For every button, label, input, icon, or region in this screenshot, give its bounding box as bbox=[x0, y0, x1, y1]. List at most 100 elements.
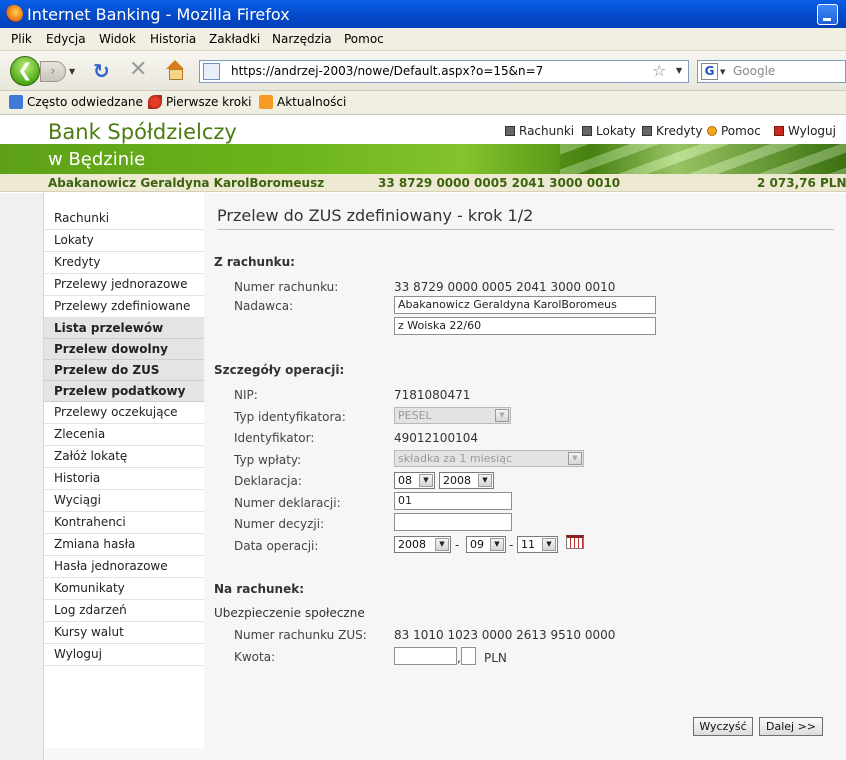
menu-historia[interactable]: Historia bbox=[150, 32, 196, 46]
toplink-pomoc-label[interactable]: Pomoc bbox=[721, 124, 761, 138]
operation-year-select[interactable]: 2008 ▼ bbox=[394, 536, 451, 553]
url-bar[interactable]: https://andrzej-2003/nowe/Default.aspx?o… bbox=[199, 60, 689, 83]
search-bar[interactable]: G ▼ Google bbox=[697, 60, 846, 83]
rss-icon bbox=[259, 95, 273, 109]
id-type-selected: PESEL bbox=[398, 409, 432, 422]
sender-label: Nadawca: bbox=[234, 299, 294, 313]
payment-type-select[interactable]: składka za 1 miesiąc ▼ bbox=[394, 450, 584, 467]
forward-button[interactable]: › bbox=[40, 61, 66, 82]
banner-decoration bbox=[560, 144, 846, 174]
amount-label: Kwota: bbox=[234, 650, 276, 664]
toplink-rachunki-label[interactable]: Rachunki bbox=[519, 124, 574, 138]
sidebar-item-log-zdarzen[interactable]: Log zdarzeń bbox=[44, 600, 204, 622]
sidebar-item-rachunki[interactable]: Rachunki bbox=[44, 208, 204, 230]
calendar-icon[interactable] bbox=[566, 535, 584, 549]
decision-number-field[interactable] bbox=[394, 513, 512, 531]
zus-account-value: 83 1010 1023 0000 2613 9510 0000 bbox=[394, 628, 616, 642]
sidebar-item-komunikaty[interactable]: Komunikaty bbox=[44, 578, 204, 600]
id-type-select[interactable]: PESEL ▼ bbox=[394, 407, 511, 424]
clear-button[interactable]: Wyczyść bbox=[693, 717, 753, 736]
menu-zakladki[interactable]: Zakładki bbox=[209, 32, 260, 46]
reload-icon[interactable]: ↻ bbox=[93, 61, 110, 81]
sidebar-item-kursy-walut[interactable]: Kursy walut bbox=[44, 622, 204, 644]
title-divider bbox=[217, 229, 834, 230]
recipient-name: Ubezpieczenie społeczne bbox=[214, 606, 365, 620]
toplink-rachunki[interactable]: Rachunki bbox=[505, 124, 574, 138]
operation-day-selected: 11 bbox=[521, 538, 535, 551]
declaration-year-select[interactable]: 2008 ▼ bbox=[439, 472, 494, 489]
search-engine-dropdown-icon[interactable]: ▼ bbox=[720, 68, 725, 76]
payment-type-selected: składka za 1 miesiąc bbox=[398, 452, 512, 465]
sidebar-menu: Rachunki Lokaty Kredyty Przelewy jednora… bbox=[44, 208, 204, 666]
id-type-label: Typ identyfikatora: bbox=[234, 410, 346, 424]
sidebar-item-wyloguj[interactable]: Wyloguj bbox=[44, 644, 204, 666]
bookmark-news[interactable]: Aktualności bbox=[277, 95, 346, 109]
window-title: Internet Banking - Mozilla Firefox bbox=[27, 5, 290, 24]
url-dropdown-icon[interactable]: ▼ bbox=[676, 66, 682, 75]
account-number-label: Numer rachunku: bbox=[234, 280, 339, 294]
amount-whole-field[interactable] bbox=[394, 647, 457, 665]
toplink-kredyty[interactable]: Kredyty bbox=[642, 124, 702, 138]
back-button[interactable]: ❮ bbox=[10, 56, 40, 86]
sidebar-item-wyciagi[interactable]: Wyciągi bbox=[44, 490, 204, 512]
sidebar-item-lokaty[interactable]: Lokaty bbox=[44, 230, 204, 252]
account-number-value: 33 8729 0000 0005 2041 3000 0010 bbox=[394, 280, 616, 294]
amount-fraction-field[interactable] bbox=[461, 647, 476, 665]
history-dropdown-icon[interactable]: ▼ bbox=[69, 67, 75, 76]
url-text[interactable]: https://andrzej-2003/nowe/Default.aspx?o… bbox=[231, 64, 543, 78]
menu-pomoc[interactable]: Pomoc bbox=[344, 32, 384, 46]
sidebar-item-przelew-podatkowy[interactable]: Przelew podatkowy bbox=[44, 381, 204, 402]
chevron-down-icon: ▼ bbox=[435, 538, 449, 551]
sidebar-item-hasla-jednorazowe[interactable]: Hasła jednorazowe bbox=[44, 556, 204, 578]
sidebar-item-przelew-dowolny[interactable]: Przelew dowolny bbox=[44, 339, 204, 360]
search-placeholder[interactable]: Google bbox=[733, 64, 775, 78]
declaration-number-field[interactable]: 01 bbox=[394, 492, 512, 510]
menu-narzedzia[interactable]: Narzędzia bbox=[272, 32, 332, 46]
menu-widok[interactable]: Widok bbox=[99, 32, 136, 46]
toplink-wyloguj[interactable]: Wyloguj bbox=[774, 124, 836, 138]
declaration-month-select[interactable]: 08 ▼ bbox=[394, 472, 435, 489]
menu-plik[interactable]: Plik bbox=[11, 32, 32, 46]
sidebar-item-zmiana-hasla[interactable]: Zmiana hasła bbox=[44, 534, 204, 556]
menu-edycja[interactable]: Edycja bbox=[46, 32, 86, 46]
toplink-wyloguj-label[interactable]: Wyloguj bbox=[788, 124, 836, 138]
next-button[interactable]: Dalej >> bbox=[759, 717, 823, 736]
operation-month-select[interactable]: 09 ▼ bbox=[466, 536, 506, 553]
page-title: Przelew do ZUS zdefiniowany - krok 1/2 bbox=[217, 206, 534, 225]
sidebar-item-przelewy-zdefiniowane[interactable]: Przelewy zdefiniowane bbox=[44, 296, 204, 318]
minimize-button[interactable] bbox=[817, 4, 838, 25]
bookmarks-toolbar: Często odwiedzane Pierwsze kroki Aktualn… bbox=[0, 91, 846, 115]
operation-details-heading: Szczegóły operacji: bbox=[214, 363, 345, 377]
sidebar-item-przelewy-oczekujace[interactable]: Przelewy oczekujące bbox=[44, 402, 204, 424]
window-titlebar: Internet Banking - Mozilla Firefox bbox=[0, 0, 846, 28]
bookmark-getting-started[interactable]: Pierwsze kroki bbox=[166, 95, 251, 109]
sender-name-field[interactable]: Abakanowicz Geraldyna KarolBoromeus bbox=[394, 296, 656, 314]
deposits-icon bbox=[582, 126, 592, 136]
sidebar-item-historia[interactable]: Historia bbox=[44, 468, 204, 490]
toplink-kredyty-label[interactable]: Kredyty bbox=[656, 124, 702, 138]
bookmark-star-icon[interactable]: ☆ bbox=[652, 61, 666, 80]
toplink-lokaty-label[interactable]: Lokaty bbox=[596, 124, 636, 138]
google-icon[interactable]: G bbox=[701, 63, 718, 80]
navigation-toolbar: ❮ › ▼ ↻ ✕ https://andrzej-2003/nowe/Defa… bbox=[0, 51, 846, 91]
toplink-pomoc[interactable]: Pomoc bbox=[707, 124, 761, 138]
sender-address-field[interactable]: z Woiska 22/60 bbox=[394, 317, 656, 335]
account-summary-bar: Abakanowicz Geraldyna KarolBoromeusz 33 … bbox=[0, 174, 846, 192]
sidebar-item-zaloz-lokate[interactable]: Załóż lokatę bbox=[44, 446, 204, 468]
sidebar-item-przelew-do-zus[interactable]: Przelew do ZUS bbox=[44, 360, 204, 381]
page-icon bbox=[203, 63, 220, 80]
account-number: 33 8729 0000 0005 2041 3000 0010 bbox=[378, 176, 621, 190]
operation-month-selected: 09 bbox=[470, 538, 484, 551]
sidebar-item-kontrahenci[interactable]: Kontrahenci bbox=[44, 512, 204, 534]
sidebar-item-przelewy-jednorazowe[interactable]: Przelewy jednorazowe bbox=[44, 274, 204, 296]
operation-day-select[interactable]: 11 ▼ bbox=[517, 536, 558, 553]
sidebar-item-lista-przelewow[interactable]: Lista przelewów bbox=[44, 318, 204, 339]
home-icon[interactable] bbox=[164, 59, 186, 81]
sidebar-item-kredyty[interactable]: Kredyty bbox=[44, 252, 204, 274]
declaration-year-selected: 2008 bbox=[443, 474, 471, 487]
toplink-lokaty[interactable]: Lokaty bbox=[582, 124, 636, 138]
bookmark-most-visited[interactable]: Często odwiedzane bbox=[27, 95, 143, 109]
sidebar-item-zlecenia[interactable]: Zlecenia bbox=[44, 424, 204, 446]
stop-icon[interactable]: ✕ bbox=[129, 59, 147, 81]
operation-year-selected: 2008 bbox=[398, 538, 426, 551]
